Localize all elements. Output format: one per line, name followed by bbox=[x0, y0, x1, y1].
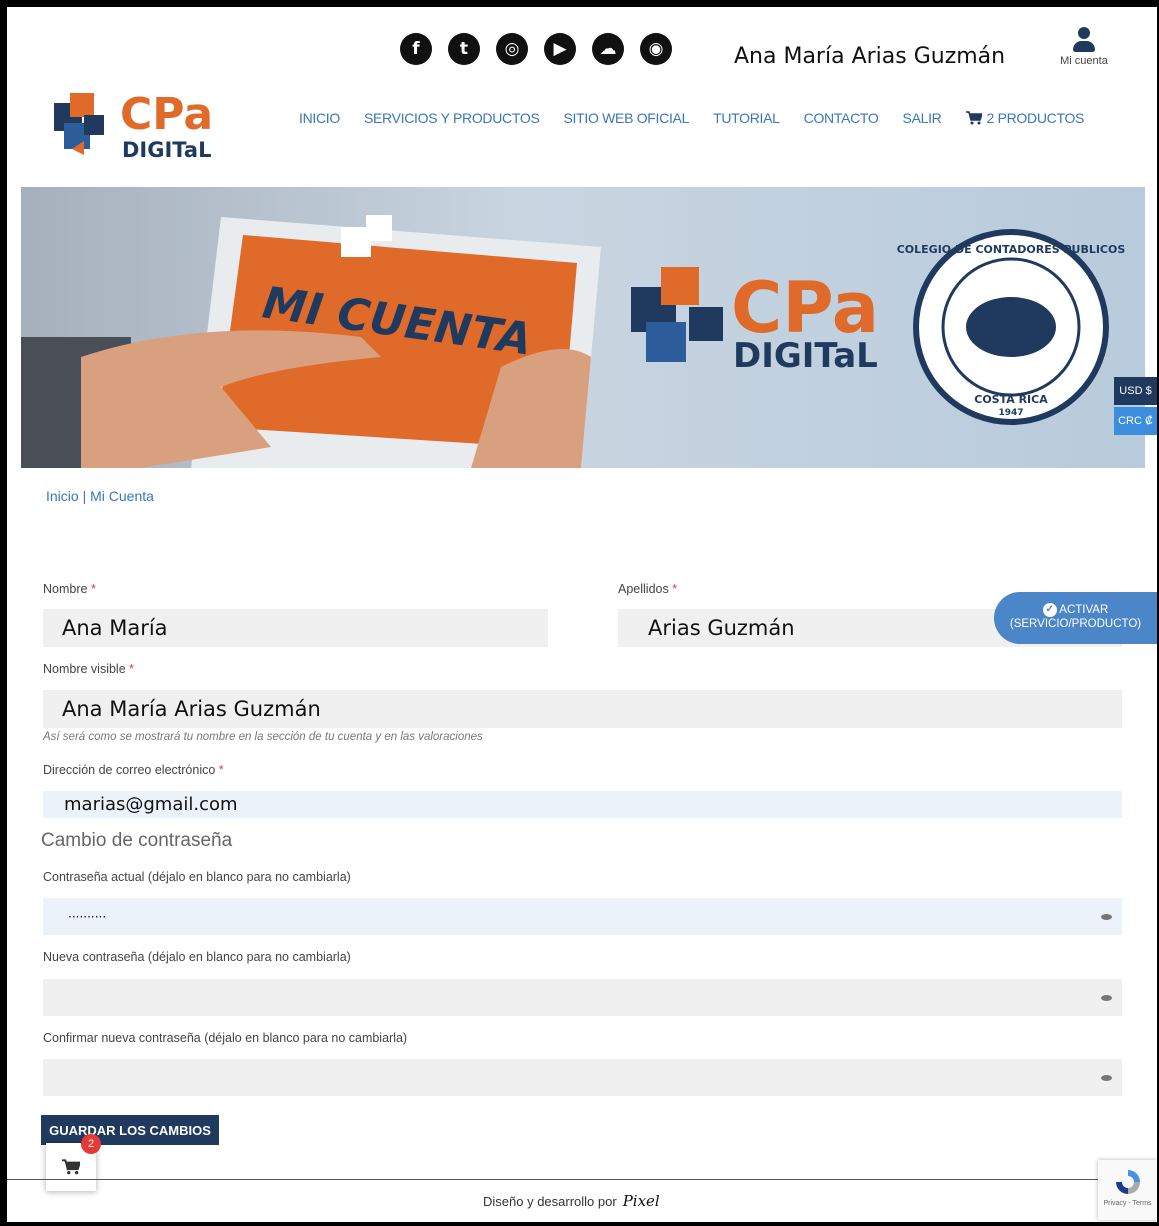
footer-text: Diseño y desarrollo por bbox=[483, 1193, 617, 1209]
nav-item-sitio-web[interactable]: SITIO WEB OFICIAL bbox=[563, 110, 689, 126]
seal-year: 1947 bbox=[998, 408, 1023, 418]
email-label: Dirección de correo electrónico * bbox=[43, 763, 224, 777]
main-nav: INICIO SERVICIOS Y PRODUCTOS SITIO WEB O… bbox=[299, 110, 1084, 126]
nav-item-servicios[interactable]: SERVICIOS Y PRODUCTOS bbox=[364, 110, 540, 126]
eye-icon[interactable] bbox=[1101, 1074, 1112, 1081]
nav-item-inicio[interactable]: INICIO bbox=[299, 110, 340, 126]
new-password-field[interactable] bbox=[43, 979, 1122, 1016]
user-display-name: Ana María Arias Guzmán bbox=[734, 44, 1006, 69]
logo-text-bottom: DIGITaL bbox=[122, 138, 211, 162]
nav-item-tutorial[interactable]: TUTORIAL bbox=[713, 110, 780, 126]
instagram-icon[interactable]: ◎ bbox=[496, 33, 528, 65]
footer-brand[interactable]: Pixel bbox=[623, 1192, 660, 1210]
hero-banner: MI CUENTA CPa DIGITaL COLEGIO DE CONTADO… bbox=[21, 187, 1145, 468]
currency-usd-button[interactable]: USD $ bbox=[1114, 377, 1157, 405]
recaptcha-icon bbox=[1115, 1170, 1140, 1194]
logo-text-top: CPa bbox=[120, 89, 213, 140]
account-link[interactable]: Mi cuenta bbox=[1053, 27, 1115, 67]
seal-country: COSTA RICA bbox=[974, 393, 1048, 406]
email-field[interactable]: marias@gmail.com bbox=[43, 791, 1122, 818]
account-label: Mi cuenta bbox=[1060, 55, 1108, 67]
nombre-visible-hint: Así será como se mostrará tu nombre en l… bbox=[43, 731, 483, 743]
eye-icon[interactable] bbox=[1101, 913, 1112, 920]
nombre-visible-field[interactable]: Ana María Arias Guzmán bbox=[43, 690, 1122, 728]
breadcrumb[interactable]: Inicio | Mi Cuenta bbox=[46, 488, 154, 504]
cart-label: 2 PRODUCTOS bbox=[986, 110, 1085, 126]
youtube-icon[interactable]: ▶ bbox=[544, 33, 576, 65]
current-password-field[interactable]: ·········· bbox=[43, 898, 1122, 935]
floating-cart-button[interactable]: 2 bbox=[46, 1134, 101, 1191]
activar-label-line2: (SERVICIO/PRODUCTO) bbox=[1009, 618, 1142, 631]
check-icon: ✓ bbox=[1042, 603, 1057, 617]
cart-count-badge: 2 bbox=[81, 1134, 101, 1154]
cart-icon bbox=[62, 1159, 80, 1175]
new-password-label: Nueva contraseña (déjalo en blanco para … bbox=[43, 950, 351, 964]
activar-label-line1: ACTIVAR bbox=[1059, 604, 1109, 617]
banner-brand-bottom: DIGITaL bbox=[733, 336, 878, 376]
nav-item-contacto[interactable]: CONTACTO bbox=[804, 110, 879, 126]
twitter-icon[interactable]: t bbox=[448, 33, 480, 65]
page-frame: f t ◎ ▶ ☁ ◉ Ana María Arias Guzmán Mi cu… bbox=[7, 7, 1157, 1222]
soundcloud-icon[interactable]: ☁ bbox=[592, 33, 624, 65]
cart-icon bbox=[965, 111, 982, 125]
seal-title: COLEGIO DE CONTADORES PUBLICOS bbox=[897, 243, 1126, 256]
currency-crc-button[interactable]: CRC ₡ bbox=[1114, 407, 1157, 435]
logo-graphic: CPa DIGITaL bbox=[54, 89, 213, 162]
periscope-icon[interactable]: ◉ bbox=[640, 33, 672, 65]
nav-item-salir[interactable]: SALIR bbox=[903, 110, 942, 126]
nombre-field[interactable]: Ana María bbox=[43, 609, 548, 647]
confirm-password-field[interactable] bbox=[43, 1059, 1122, 1096]
activar-button[interactable]: ✓ ACTIVAR (SERVICIO/PRODUCTO) bbox=[994, 592, 1157, 644]
nombre-visible-label: Nombre visible * bbox=[43, 662, 135, 676]
facebook-icon[interactable]: f bbox=[400, 33, 432, 65]
footer: Diseño y desarrollo por Pixel bbox=[483, 1192, 660, 1210]
user-icon bbox=[1053, 27, 1115, 52]
footer-divider bbox=[7, 1179, 1157, 1180]
site-logo[interactable]: CPa DIGITaL bbox=[50, 87, 240, 167]
social-icons: f t ◎ ▶ ☁ ◉ bbox=[400, 33, 672, 65]
save-changes-button[interactable]: GUARDAR LOS CAMBIOS bbox=[41, 1115, 219, 1145]
eye-icon[interactable] bbox=[1101, 994, 1112, 1001]
confirm-password-label: Confirmar nueva contraseña (déjalo en bl… bbox=[43, 1031, 408, 1045]
recaptcha-text: Privacy - Terms bbox=[1103, 1200, 1152, 1207]
recaptcha-badge[interactable]: Privacy - Terms bbox=[1098, 1160, 1157, 1220]
current-password-value: ·········· bbox=[68, 909, 107, 924]
nombre-label: Nombre * bbox=[43, 582, 96, 596]
apellidos-label: Apellidos * bbox=[618, 582, 678, 596]
nav-cart[interactable]: 2 PRODUCTOS bbox=[965, 110, 1085, 126]
banner-graphic: MI CUENTA CPa DIGITaL COLEGIO DE CONTADO… bbox=[21, 187, 1145, 468]
password-section-title: Cambio de contraseña bbox=[41, 830, 233, 851]
current-password-label: Contraseña actual (déjalo en blanco para… bbox=[43, 870, 351, 884]
